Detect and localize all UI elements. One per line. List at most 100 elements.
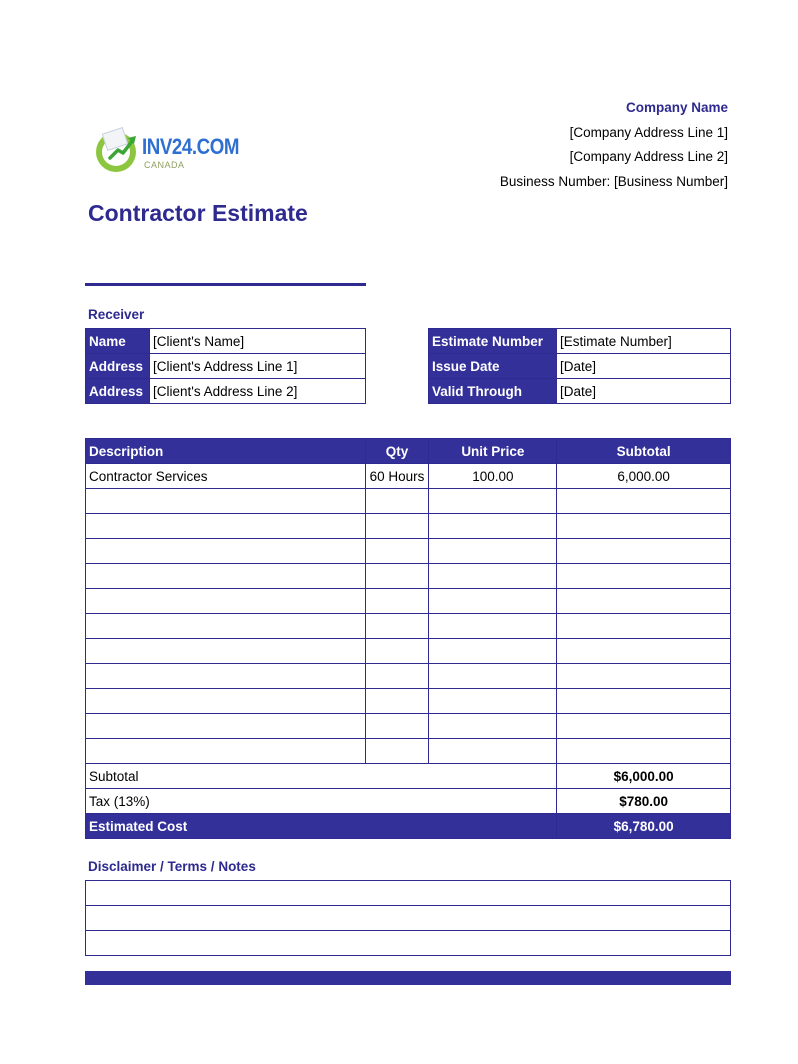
company-info: Company Name [Company Address Line 1] [C…: [408, 96, 728, 194]
line-item-description[interactable]: [85, 488, 366, 514]
logo-text: INV24.COM: [142, 134, 239, 159]
line-items-header: Description Qty Unit Price Subtotal: [85, 438, 731, 464]
line-item-qty[interactable]: 60 Hours: [364, 463, 430, 489]
receiver-row: Name [Client's Name]: [85, 328, 366, 354]
line-item-subtotal[interactable]: [556, 513, 731, 539]
line-item-row: [85, 563, 731, 589]
line-items-table: Description Qty Unit Price Subtotal Cont…: [84, 438, 731, 839]
line-item-subtotal[interactable]: [556, 713, 731, 739]
company-logo: INV24.COM CANADA: [96, 127, 239, 174]
estimate-field-value[interactable]: [Estimate Number]: [556, 328, 731, 354]
line-item-row: [85, 713, 731, 739]
line-item-description[interactable]: [85, 513, 366, 539]
notes-line-field[interactable]: [85, 905, 731, 931]
line-item-subtotal[interactable]: [556, 588, 731, 614]
line-item-description[interactable]: [85, 613, 366, 639]
line-item-qty[interactable]: [364, 488, 430, 514]
line-item-description[interactable]: [85, 638, 366, 664]
estimate-field-label: Issue Date: [428, 353, 557, 379]
line-item-unit-price[interactable]: [428, 663, 558, 689]
receiver-row: Address [Client's Address Line 1]: [85, 353, 366, 379]
estimate-info-row: Issue Date [Date]: [428, 353, 731, 379]
column-header-unit-price: Unit Price: [428, 438, 558, 464]
receiver-field-label: Address: [85, 353, 150, 379]
column-header-description: Description: [85, 438, 366, 464]
notes-heading: Disclaimer / Terms / Notes: [88, 859, 256, 874]
tax-value[interactable]: $780.00: [556, 788, 731, 814]
line-item-description[interactable]: [85, 738, 366, 764]
company-name: Company Name: [625, 100, 728, 115]
receiver-field-value[interactable]: [Client's Address Line 2]: [149, 378, 366, 404]
line-item-row: [85, 513, 731, 539]
line-item-row: [85, 738, 731, 764]
line-item-description[interactable]: Contractor Services: [85, 463, 366, 489]
line-item-qty[interactable]: [364, 563, 430, 589]
document-title: Contractor Estimate: [88, 200, 308, 226]
estimated-cost-label: Estimated Cost: [84, 813, 558, 839]
line-item-qty[interactable]: [364, 688, 430, 714]
subtotal-label: Subtotal: [84, 763, 558, 789]
line-item-qty[interactable]: [364, 513, 430, 539]
receiver-field-label: Address: [85, 378, 150, 404]
line-item-qty[interactable]: [364, 663, 430, 689]
line-item-subtotal[interactable]: [556, 738, 731, 764]
line-item-row: [85, 488, 731, 514]
line-item-row: Contractor Services 60 Hours 100.00 6,000.0…: [85, 463, 731, 489]
line-item-unit-price[interactable]: [428, 588, 558, 614]
line-item-unit-price[interactable]: [428, 563, 558, 589]
receiver-field-label: Name: [85, 328, 150, 354]
line-item-qty[interactable]: [364, 713, 430, 739]
line-item-row: [85, 613, 731, 639]
line-item-description[interactable]: [85, 588, 366, 614]
line-item-qty[interactable]: [364, 638, 430, 664]
title-divider: [85, 283, 366, 286]
line-item-unit-price[interactable]: [428, 738, 558, 764]
subtotal-value[interactable]: $6,000.00: [556, 763, 731, 789]
estimate-field-value[interactable]: [Date]: [556, 353, 731, 379]
line-item-unit-price[interactable]: [428, 613, 558, 639]
line-item-description[interactable]: [85, 688, 366, 714]
line-item-unit-price[interactable]: [428, 488, 558, 514]
receiver-field-value[interactable]: [Client's Name]: [149, 328, 366, 354]
business-number: Business Number: [Business Number]: [499, 173, 728, 189]
line-item-subtotal[interactable]: 6,000.00: [556, 463, 731, 489]
line-item-row: [85, 588, 731, 614]
receiver-table: Name [Client's Name] Address [Client's Addr…: [85, 328, 366, 404]
line-item-unit-price[interactable]: 100.00: [428, 463, 558, 489]
line-item-description[interactable]: [85, 713, 366, 739]
line-item-subtotal[interactable]: [556, 563, 731, 589]
line-item-description[interactable]: [85, 538, 366, 564]
line-item-subtotal[interactable]: [556, 613, 731, 639]
line-item-qty[interactable]: [364, 738, 430, 764]
footer-bar: [85, 971, 731, 985]
receiver-field-value[interactable]: [Client's Address Line 1]: [149, 353, 366, 379]
estimated-cost-value[interactable]: $6,780.00: [556, 813, 731, 839]
column-header-subtotal: Subtotal: [556, 438, 731, 464]
line-item-description[interactable]: [85, 663, 366, 689]
line-item-row: [85, 663, 731, 689]
line-item-row: [85, 688, 731, 714]
line-item-qty[interactable]: [364, 613, 430, 639]
line-item-subtotal[interactable]: [556, 488, 731, 514]
line-item-qty[interactable]: [364, 538, 430, 564]
notes-line-field[interactable]: [85, 880, 731, 906]
line-item-unit-price[interactable]: [428, 688, 558, 714]
line-item-subtotal[interactable]: [556, 688, 731, 714]
notes-line-field[interactable]: [85, 930, 731, 956]
receiver-heading: Receiver: [88, 307, 145, 322]
growth-arrow-icon: [108, 136, 136, 160]
logo-subtext: CANADA: [144, 160, 185, 170]
line-item-unit-price[interactable]: [428, 513, 558, 539]
line-item-qty[interactable]: [364, 588, 430, 614]
subtotal-row: Subtotal $6,000.00: [84, 763, 731, 789]
line-item-description[interactable]: [85, 563, 366, 589]
line-item-unit-price[interactable]: [428, 538, 558, 564]
notes-table: [85, 880, 731, 956]
estimate-field-value[interactable]: [Date]: [556, 378, 731, 404]
line-item-subtotal[interactable]: [556, 638, 731, 664]
line-item-unit-price[interactable]: [428, 713, 558, 739]
line-item-unit-price[interactable]: [428, 638, 558, 664]
line-item-subtotal[interactable]: [556, 538, 731, 564]
line-item-subtotal[interactable]: [556, 663, 731, 689]
tax-label: Tax (13%): [84, 788, 558, 814]
